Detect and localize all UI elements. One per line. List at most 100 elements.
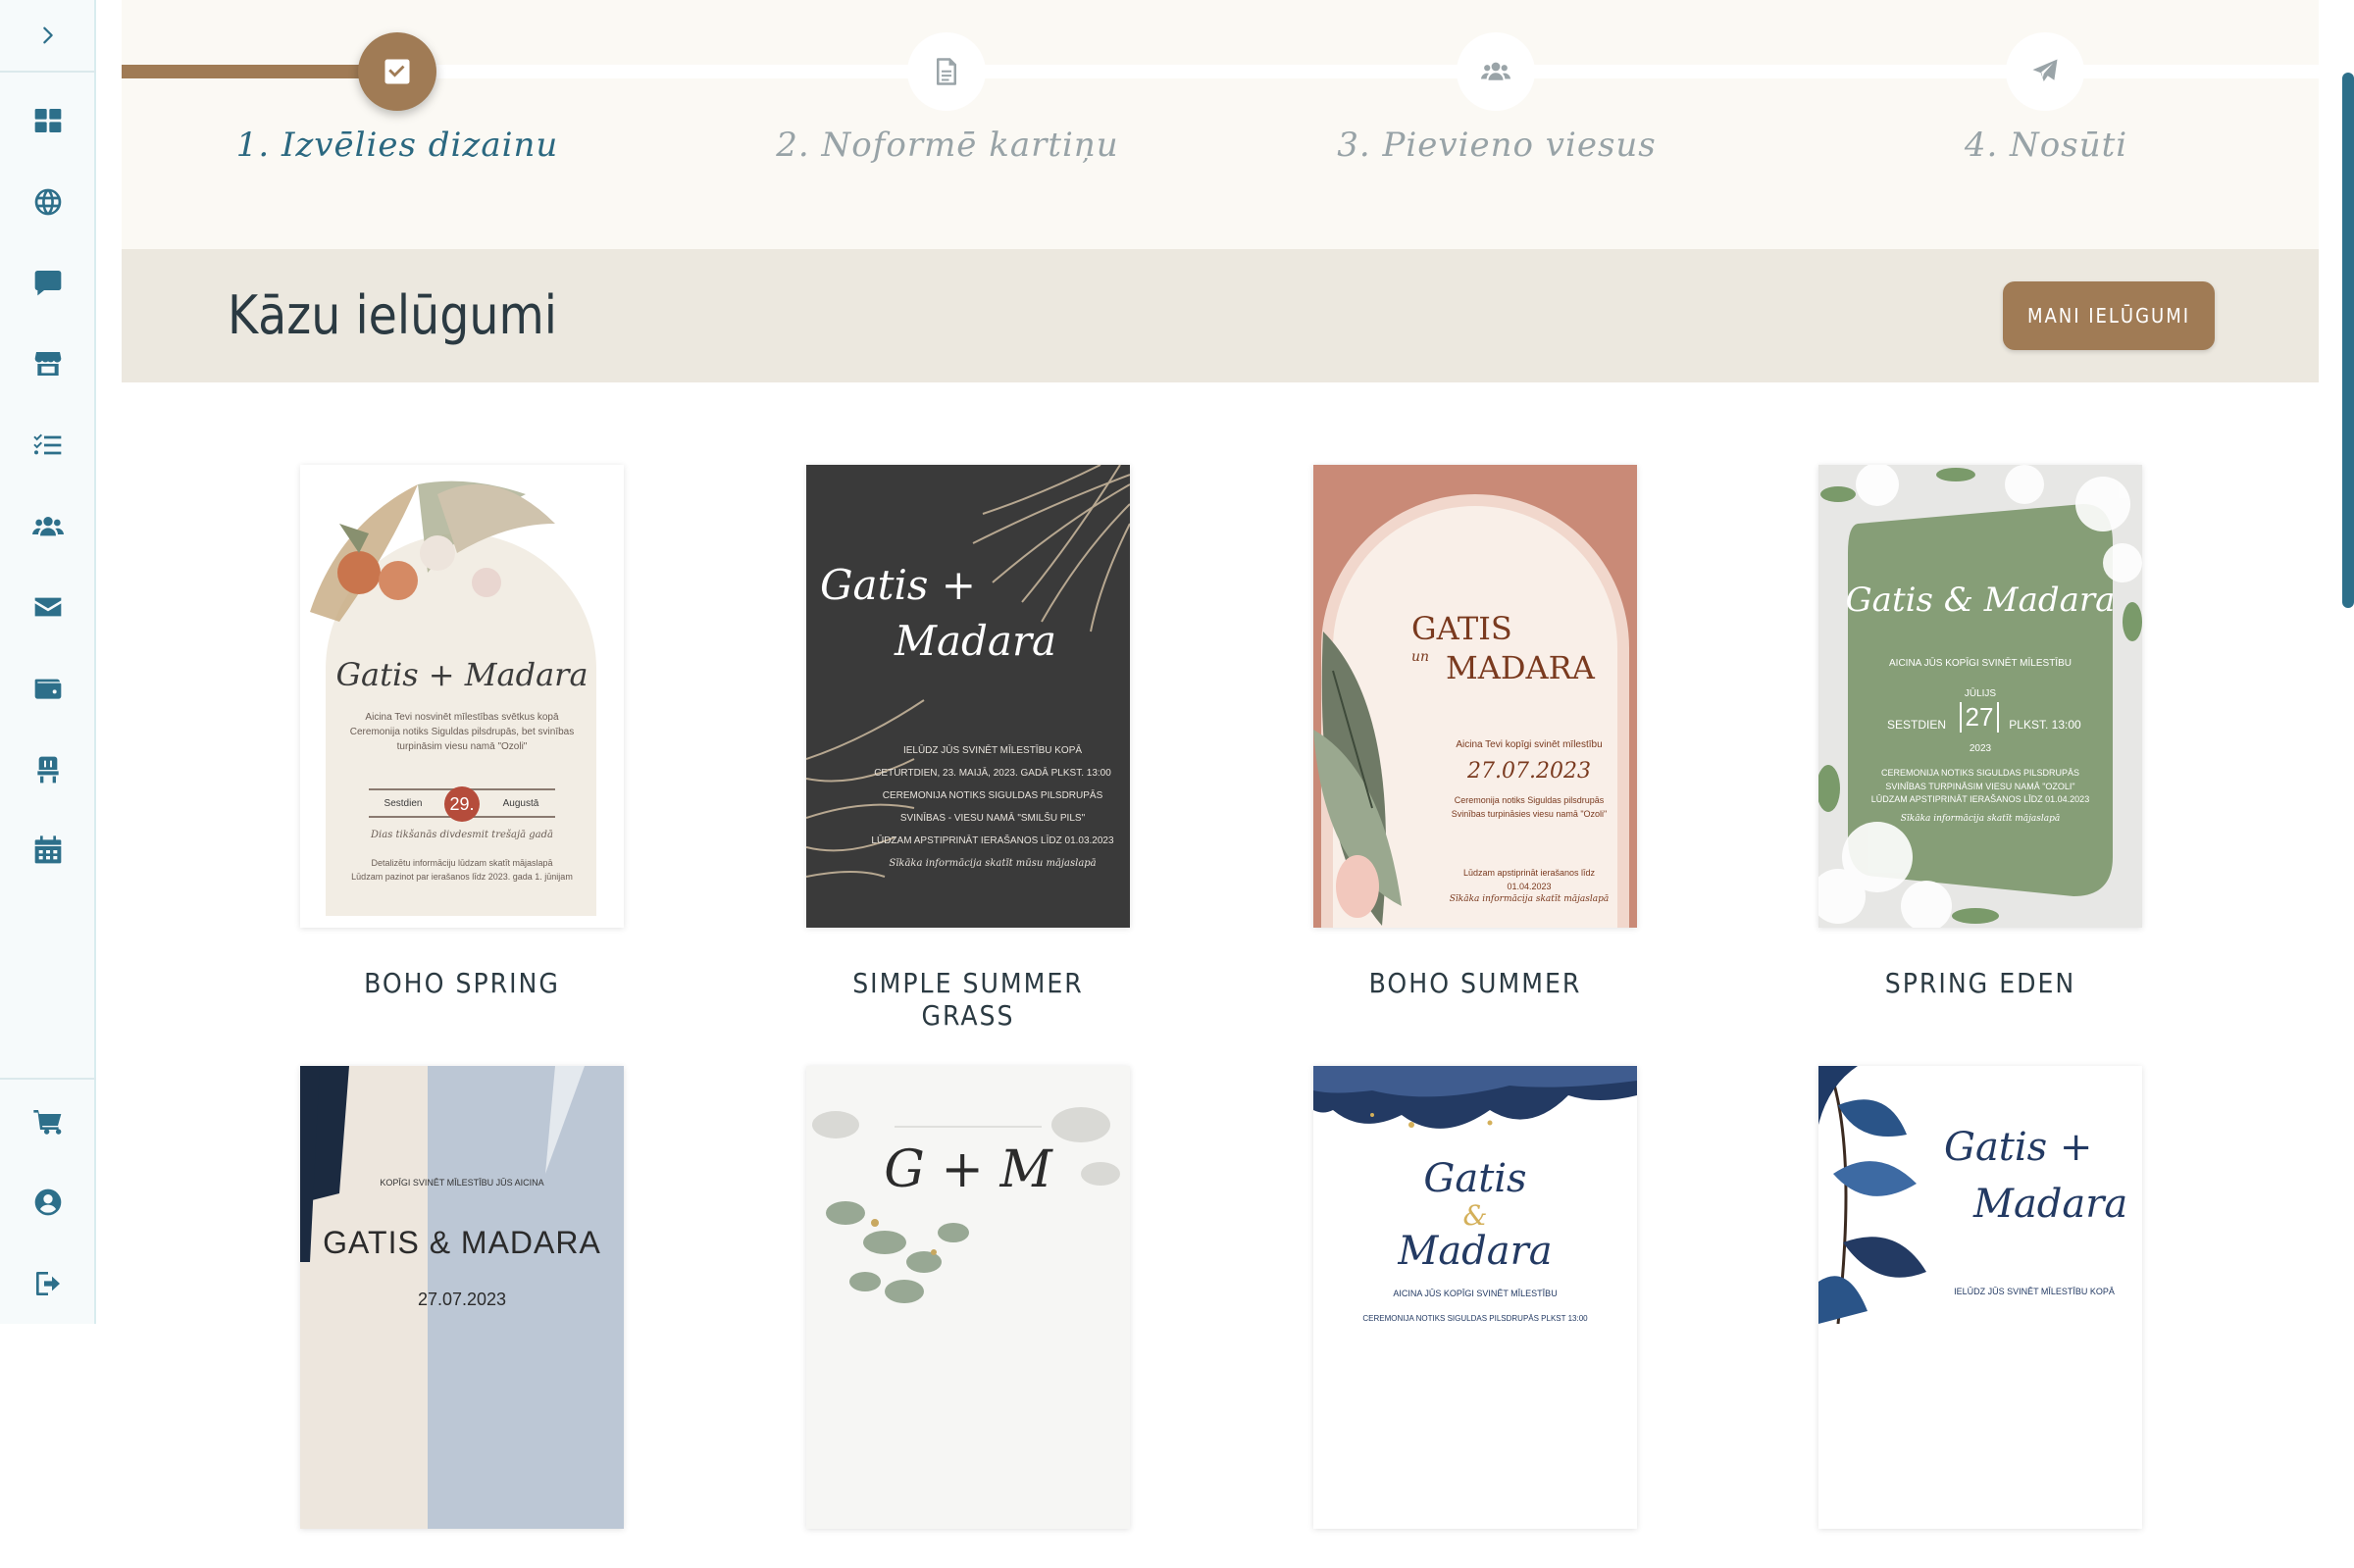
design-card-simple-summer-grass[interactable]: Gatis + Madara IELŪDZ JŪS SVINĒT MĪLESTĪ… bbox=[806, 465, 1130, 1032]
design-thumbnail: Gatis + Madara IELŪDZ JŪS SVINĒT MĪLESTĪ… bbox=[1818, 1066, 2142, 1529]
thumb-line: KOPĪGI SVINĒT MĪLESTĪBU JŪS AICINA bbox=[380, 1178, 544, 1188]
thumb-month: JŪLIJS bbox=[1964, 688, 1997, 699]
thumb-text: CEREMONIJA NOTIKS SIGULDAS PILSDRUPĀS SV… bbox=[1858, 767, 2103, 826]
design-thumbnail: KOPĪGI SVINĒT MĪLESTĪBU JŪS AICINA GATIS… bbox=[300, 1066, 624, 1529]
sidebar-item-dashboard[interactable] bbox=[0, 91, 96, 150]
thumb-line: LŪDZAM APSTIPRINĀT IERAŠANOS LĪDZ 01.03.… bbox=[871, 835, 1114, 846]
design-name[interactable]: SPRING EDEN bbox=[1818, 967, 2142, 999]
thumb-line: CETURTDIEN, 23. MAIJĀ, 2023. GADĀ PLKST.… bbox=[874, 768, 1111, 779]
sidebar-item-logout[interactable] bbox=[0, 1254, 96, 1313]
design-thumbnail: GATIS un MADARA Aicina Tevi kopīgi svinē… bbox=[1313, 465, 1637, 928]
thumb-line: IELŪDZ JŪS SVINĒT MĪLESTĪBU KOPĀ bbox=[902, 745, 1083, 756]
design-card-boho-summer[interactable]: GATIS un MADARA Aicina Tevi kopīgi svinē… bbox=[1313, 465, 1637, 999]
thumb-date: 27 bbox=[1960, 702, 1999, 733]
sidebar-item-website[interactable] bbox=[0, 173, 96, 231]
thumb-line: Ceremonija notiks Siguldas pilsdrupās, b… bbox=[349, 727, 575, 737]
cart-icon bbox=[33, 1110, 62, 1135]
thumb-line: Svinības turpināsies viesu namā "Ozoli" bbox=[1451, 808, 1608, 819]
paper-plane-icon bbox=[2032, 59, 2058, 81]
step-3-label[interactable]: 3. Pievieno viesus bbox=[1291, 126, 1703, 165]
sidebar-item-checklist[interactable] bbox=[0, 416, 96, 475]
thumb-names-2: Madara bbox=[1973, 1182, 2128, 1227]
design-card[interactable]: Gatis & Madara AICINA JŪS KOPĪGI SVINĒT … bbox=[1313, 1066, 1637, 1568]
step-2-label[interactable]: 2. Noformē kartiņu bbox=[742, 126, 1153, 165]
design-card[interactable]: KOPĪGI SVINĒT MĪLESTĪBU JŪS AICINA GATIS… bbox=[300, 1066, 624, 1568]
scrollbar-thumb[interactable] bbox=[2342, 73, 2354, 608]
chair-icon bbox=[37, 756, 59, 784]
step-4-circle[interactable] bbox=[2006, 32, 2084, 111]
design-name[interactable]: BOHO SPRING bbox=[300, 967, 624, 999]
sidebar-item-calendar[interactable] bbox=[0, 821, 96, 880]
sidebar-item-vendors[interactable] bbox=[0, 334, 96, 393]
stepper-progress bbox=[122, 65, 396, 78]
thumb-line: CEREMONIJA NOTIKS SIGULDAS PILSDRUPĀS bbox=[1880, 768, 2080, 778]
thumb-text: Aicina Tevi nosvinēt mīlestības svētkus … bbox=[339, 710, 585, 754]
sidebar-item-invitations[interactable] bbox=[0, 578, 96, 636]
design-card[interactable]: Gatis + Madara IELŪDZ JŪS SVINĒT MĪLESTĪ… bbox=[1818, 1066, 2142, 1568]
thumb-and: un bbox=[1411, 649, 1430, 665]
thumb-name-2: MADARA bbox=[1446, 649, 1595, 686]
thumb-date: 27.07.2023 bbox=[1467, 759, 1591, 784]
thumb-line: AICINA JŪS KOPĪGI SVINĒT MĪLESTĪBU bbox=[1889, 658, 2072, 669]
thumb-line: LŪDZAM APSTIPRINĀT IERAŠANOS LĪDZ 01.04.… bbox=[1870, 794, 2090, 804]
thumb-line: AICINA JŪS KOPĪGI SVINĒT MĪLESTĪBU bbox=[1393, 1289, 1558, 1298]
thumb-year: 2023 bbox=[1969, 743, 1992, 754]
thumb-line: CEREMONIJA NOTIKS SIGULDAS PILSDRUPĀS bbox=[882, 790, 1103, 801]
step-1-circle[interactable] bbox=[358, 32, 436, 111]
design-card-spring-eden[interactable]: Gatis & Madara AICINA JŪS KOPĪGI SVINĒT … bbox=[1818, 465, 2142, 999]
design-card-boho-spring[interactable]: Gatis + Madara Aicina Tevi nosvinēt mīle… bbox=[300, 465, 624, 999]
sidebar-item-budget[interactable] bbox=[0, 659, 96, 718]
sidebar-item-seating[interactable] bbox=[0, 740, 96, 799]
thumb-month: Augustā bbox=[502, 798, 539, 809]
thumb-line: Sīkāka informācija skatīt mūsu mājaslapā bbox=[889, 858, 1097, 869]
design-name[interactable]: SIMPLE SUMMER GRASS bbox=[806, 967, 1130, 1032]
dashboard-icon bbox=[34, 109, 62, 132]
eucalyptus-decoration bbox=[812, 1107, 1120, 1303]
sidebar-item-guests[interactable] bbox=[0, 497, 96, 556]
design-card[interactable]: G + M bbox=[806, 1066, 1130, 1568]
thumb-names-2: Madara bbox=[895, 617, 1057, 665]
thumb-name-2: Madara bbox=[1398, 1229, 1553, 1274]
thumb-names: Gatis + Madara bbox=[335, 656, 588, 693]
design-thumbnail: G + M bbox=[806, 1066, 1130, 1529]
thumb-line: Ceremonija notiks Siguldas pilsdrupās bbox=[1454, 795, 1605, 805]
wizard-stepper: 1. Izvēlies dizainu 2. Noformē kartiņu 3… bbox=[122, 0, 2319, 249]
design-name[interactable]: BOHO SUMMER bbox=[1313, 967, 1637, 999]
my-invites-button[interactable]: MANI IELŪGUMI bbox=[2003, 281, 2215, 350]
design-thumbnail: Gatis & Madara AICINA JŪS KOPĪGI SVINĒT … bbox=[1313, 1066, 1637, 1529]
thumb-line: Aicina Tevi kopīgi svinēt mīlestību bbox=[1456, 739, 1603, 750]
sidebar-item-messages[interactable] bbox=[0, 253, 96, 312]
document-icon bbox=[937, 58, 956, 85]
step-2-circle[interactable] bbox=[907, 32, 986, 111]
envelope-icon bbox=[34, 597, 62, 617]
checklist-icon bbox=[33, 433, 62, 455]
sidebar-item-cart[interactable] bbox=[0, 1092, 96, 1151]
store-icon bbox=[34, 352, 62, 376]
thumb-line: Sīkāka informācija skatīt mājaslapā bbox=[1900, 813, 2061, 824]
thumb-line: Detalizētu informāciju lūdzam skatīt māj… bbox=[371, 858, 553, 868]
thumb-line: SVINĪBAS TURPINĀSIM VIESU NAMĀ "OZOLI" bbox=[1885, 781, 2075, 791]
thumb-day: Sestdien bbox=[384, 798, 423, 809]
thumb-text: Ceremonija notiks Siguldas pilsdrupās Sv… bbox=[1441, 794, 1617, 821]
user-circle-icon bbox=[34, 1189, 62, 1216]
sidebar-item-profile[interactable] bbox=[0, 1173, 96, 1232]
step-3-circle[interactable] bbox=[1457, 32, 1535, 111]
thumb-day: SESTDIEN bbox=[1886, 718, 1946, 732]
sidebar bbox=[0, 0, 96, 1324]
page-header: Kāzu ielūgumi MANI IELŪGUMI bbox=[122, 249, 2319, 382]
thumb-text: IELŪDZ JŪS SVINĒT MĪLESTĪBU KOPĀ CETURTD… bbox=[865, 739, 1120, 875]
sidebar-divider bbox=[0, 1078, 96, 1080]
sidebar-toggle-button[interactable] bbox=[0, 0, 96, 73]
thumb-line: turpināsim viesu namā "Ozoli" bbox=[396, 741, 528, 752]
step-4-label[interactable]: 4. Nosūti bbox=[1840, 126, 2252, 165]
wallet-icon bbox=[34, 679, 62, 699]
thumb-time: PLKST. 13:00 bbox=[2009, 718, 2081, 732]
thumb-footer: Detalizētu informāciju lūdzam skatīt māj… bbox=[339, 857, 585, 884]
thumb-line: Lūdzam apstiprināt ierašanos līdz 01.04.… bbox=[1462, 868, 1596, 891]
calendar-icon bbox=[34, 835, 62, 864]
step-1-label[interactable]: 1. Izvēlies dizainu bbox=[191, 126, 603, 165]
design-thumbnail: Gatis + Madara Aicina Tevi nosvinēt mīle… bbox=[300, 465, 624, 928]
thumb-line: Aicina Tevi nosvinēt mīlestības svētkus … bbox=[365, 712, 559, 723]
thumb-line: IELŪDZ JŪS SVINĒT MĪLESTĪBU KOPĀ bbox=[1954, 1287, 2115, 1296]
thumb-line: SVINĪBAS - VIESU NAMĀ "SMILŠU PILS" bbox=[899, 813, 1086, 824]
